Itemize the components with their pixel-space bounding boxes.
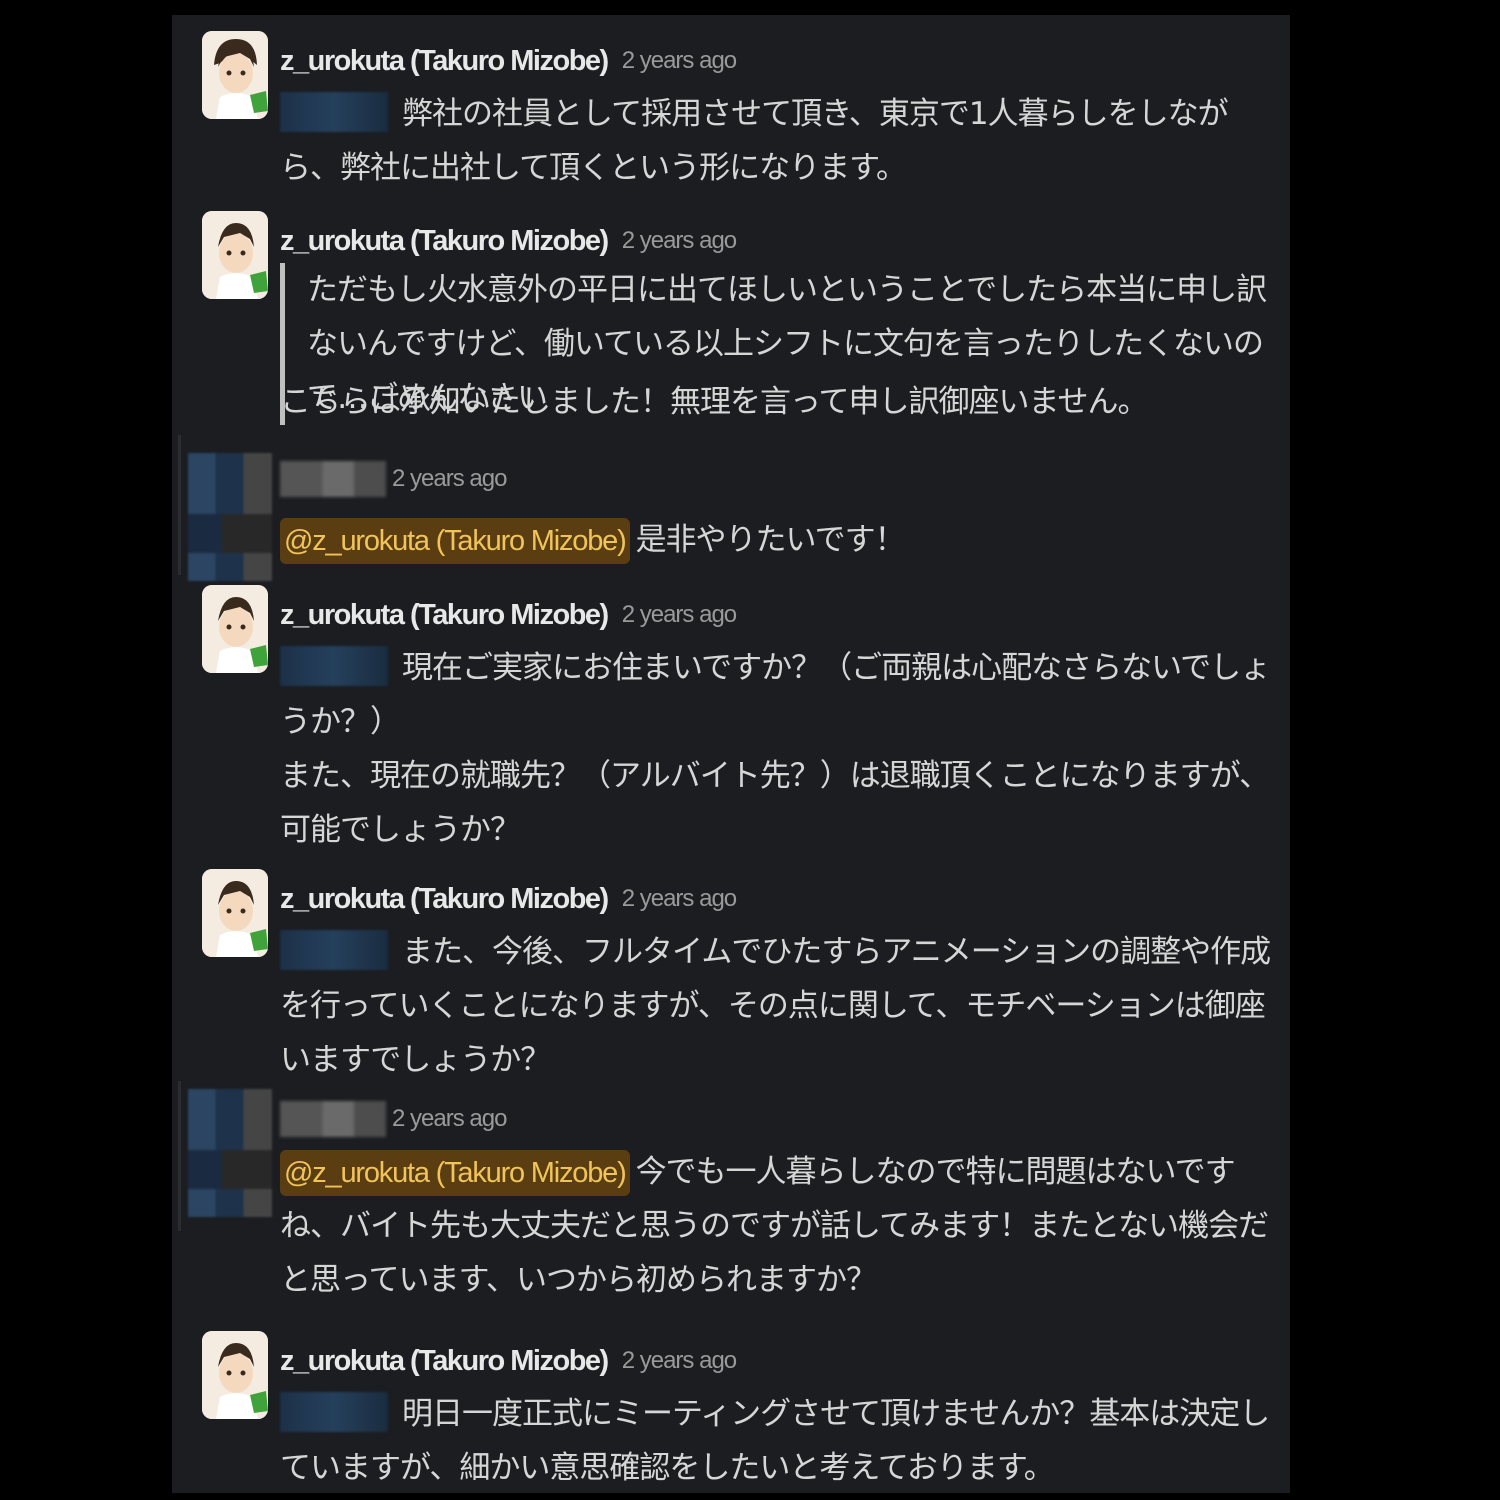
pixelated-avatar-icon[interactable] <box>188 1089 272 1217</box>
message-header: z_urokuta (Takuro Mizobe) 2 years ago <box>280 39 737 83</box>
avatar[interactable] <box>202 1331 268 1419</box>
message-header: z_urokuta (Takuro Mizobe) 2 years ago <box>280 877 737 921</box>
user-mention[interactable]: @z_urokuta (Takuro Mizobe) <box>280 1150 630 1196</box>
message-6: 2 years ago @z_urokuta (Takuro Mizobe) 今で… <box>172 1081 1290 1321</box>
message-edge <box>178 1081 181 1231</box>
chat-panel: z_urokuta (Takuro Mizobe) 2 years ago 弊社… <box>172 15 1290 1493</box>
avatar[interactable] <box>202 31 268 119</box>
timestamp[interactable]: 2 years ago <box>392 1105 507 1133</box>
redacted-mention <box>280 1392 388 1432</box>
message-header: z_urokuta (Takuro Mizobe) 2 years ago <box>280 593 737 637</box>
avatar[interactable] <box>202 211 268 299</box>
message-3: 2 years ago @z_urokuta (Takuro Mizobe) 是非… <box>172 435 1290 585</box>
timestamp[interactable]: 2 years ago <box>622 227 737 255</box>
message-text-2: また、現在の就職先？（アルバイト先？）は退職頂くことになりますが、可能でしょうか… <box>280 758 1270 848</box>
anime-character-avatar-icon <box>202 585 268 673</box>
redacted-mention <box>280 646 388 686</box>
message-body: @z_urokuta (Takuro Mizobe) 是非やりたいです！ <box>280 513 1280 567</box>
anime-character-avatar-icon <box>202 869 268 957</box>
message-5: z_urokuta (Takuro Mizobe) 2 years ago また… <box>172 869 1290 1089</box>
message-body: 現在ご実家にお住まいですか？（ご両親は心配なさらないでしょうか？） また、現在の… <box>280 641 1280 857</box>
timestamp[interactable]: 2 years ago <box>622 601 737 629</box>
message-text: 明日一度正式にミーティングさせて頂けませんか？基本は決定していますが、細かい意思… <box>280 1396 1270 1486</box>
timestamp[interactable]: 2 years ago <box>392 465 507 493</box>
message-text: 是非やりたいです！ <box>635 522 906 558</box>
timestamp[interactable]: 2 years ago <box>622 885 737 913</box>
message-body: 弊社の社員として採用させて頂き、東京で1人暮らしをしながら、弊社に出社して頂くと… <box>280 87 1280 195</box>
anime-character-avatar-icon <box>202 31 268 119</box>
message-header: 2 years ago <box>280 457 507 501</box>
message-text: また、今後、フルタイムでひたすらアニメーションの調整や作成を行っていくことになり… <box>280 934 1271 1078</box>
message-header: 2 years ago <box>280 1097 507 1141</box>
author-name[interactable]: z_urokuta (Takuro Mizobe) <box>280 599 609 632</box>
anime-character-avatar-icon <box>202 1331 268 1419</box>
message-text: 弊社の社員として採用させて頂き、東京で1人暮らしをしながら、弊社に出社して頂くと… <box>280 96 1229 186</box>
timestamp[interactable]: 2 years ago <box>622 1347 737 1375</box>
author-name[interactable]: z_urokuta (Takuro Mizobe) <box>280 1345 609 1378</box>
message-header: z_urokuta (Takuro Mizobe) 2 years ago <box>280 1339 737 1383</box>
message-4: z_urokuta (Takuro Mizobe) 2 years ago 現在… <box>172 585 1290 855</box>
author-name[interactable]: z_urokuta (Takuro Mizobe) <box>280 45 609 78</box>
author-name[interactable]: z_urokuta (Takuro Mizobe) <box>280 883 609 916</box>
author-name[interactable]: z_urokuta (Takuro Mizobe) <box>280 225 609 258</box>
message-text: こちらは承知いたしました！無理を言って申し訳御座いません。 <box>280 384 1149 420</box>
message-7: z_urokuta (Takuro Mizobe) 2 years ago 明日… <box>172 1331 1290 1491</box>
pixelated-avatar-icon[interactable] <box>188 453 272 581</box>
avatar[interactable] <box>202 585 268 673</box>
redacted-mention <box>280 930 388 970</box>
anime-character-avatar-icon <box>202 211 268 299</box>
redacted-mention <box>280 92 388 132</box>
message-2: z_urokuta (Takuro Mizobe) 2 years ago ただ… <box>172 211 1290 431</box>
redacted-author-name[interactable] <box>280 1101 386 1137</box>
avatar[interactable] <box>202 869 268 957</box>
message-body: 明日一度正式にミーティングさせて頂けませんか？基本は決定していますが、細かい意思… <box>280 1387 1280 1495</box>
timestamp[interactable]: 2 years ago <box>622 47 737 75</box>
message-body: @z_urokuta (Takuro Mizobe) 今でも一人暮らしなので特に問… <box>280 1145 1280 1307</box>
redacted-author-name[interactable] <box>280 461 386 497</box>
user-mention[interactable]: @z_urokuta (Takuro Mizobe) <box>280 518 630 564</box>
message-body: また、今後、フルタイムでひたすらアニメーションの調整や作成を行っていくことになり… <box>280 925 1280 1087</box>
message-edge <box>178 435 181 575</box>
message-1: z_urokuta (Takuro Mizobe) 2 years ago 弊社… <box>172 31 1290 191</box>
message-text: 現在ご実家にお住まいですか？（ご両親は心配なさらないでしょうか？） <box>280 650 1271 740</box>
message-header: z_urokuta (Takuro Mizobe) 2 years ago <box>280 219 737 263</box>
